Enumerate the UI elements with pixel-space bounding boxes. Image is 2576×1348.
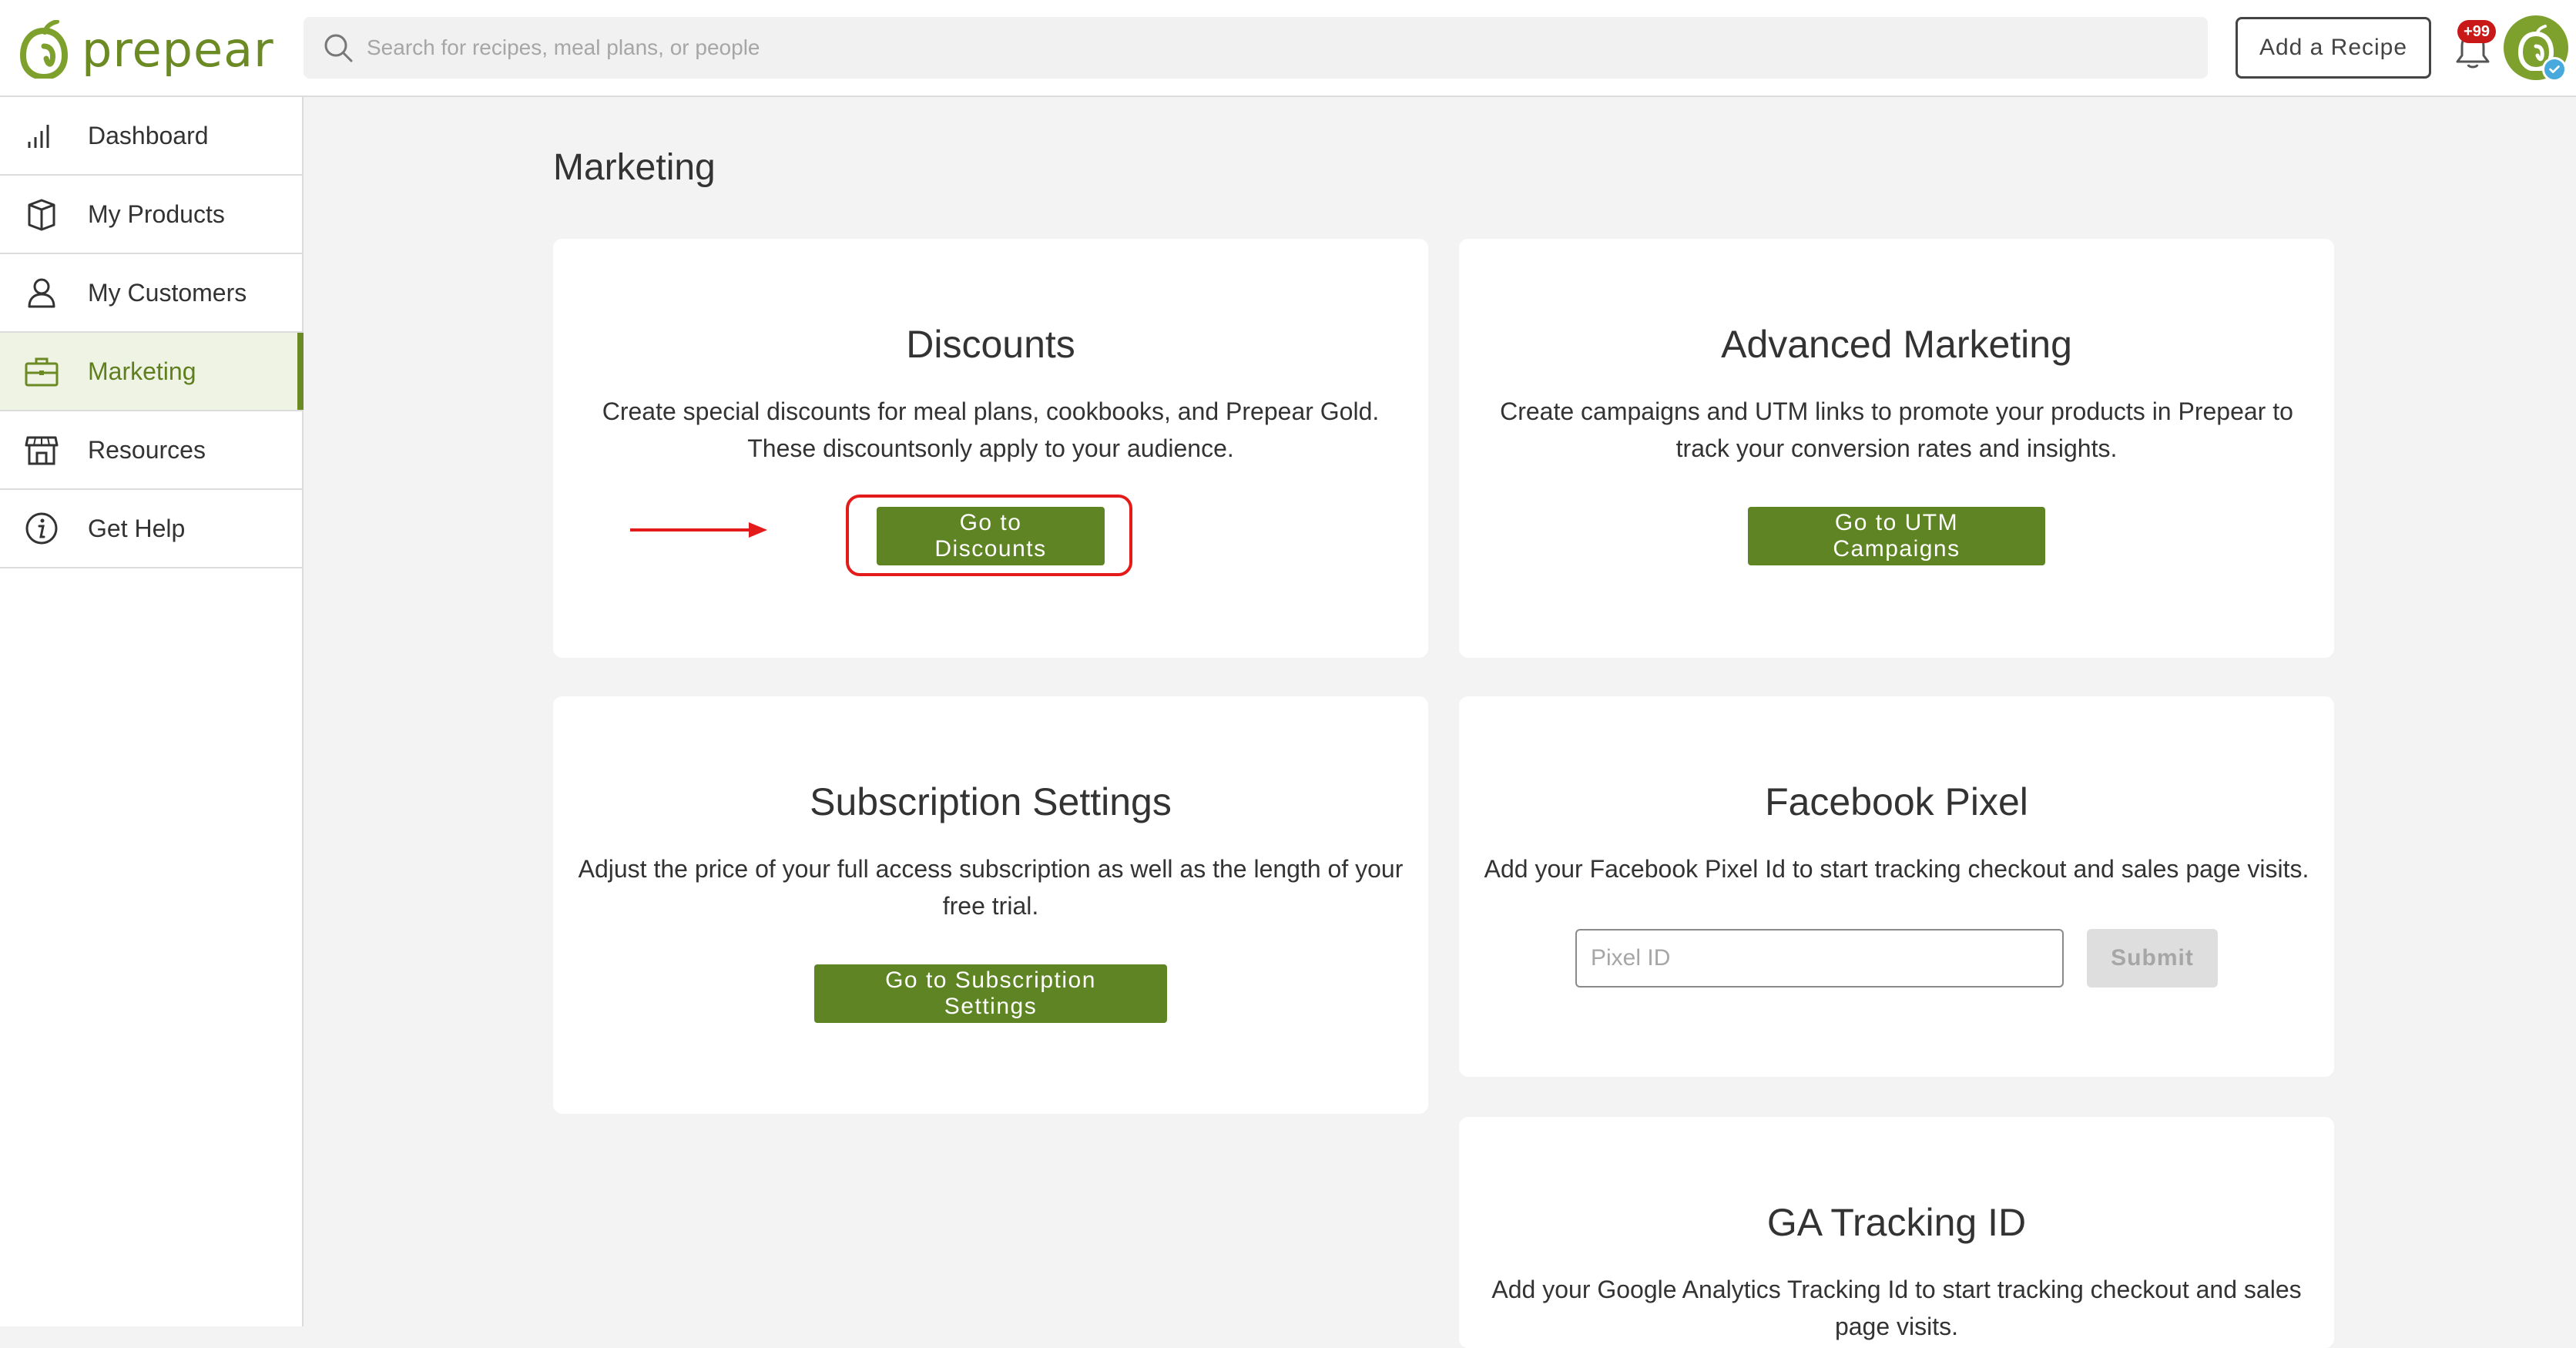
go-to-subscription-settings-button[interactable]: Go to Subscription Settings bbox=[814, 964, 1167, 1023]
pixel-id-input[interactable] bbox=[1575, 929, 2064, 988]
sidebar-item-my-products[interactable]: My Products bbox=[0, 176, 302, 254]
sidebar-item-get-help[interactable]: Get Help bbox=[0, 490, 302, 568]
page-title: Marketing bbox=[553, 147, 716, 188]
card-description-line: Create special discounts for meal plans,… bbox=[602, 397, 1380, 425]
bar-chart-icon bbox=[28, 125, 49, 148]
sidebar-item-label: Resources bbox=[88, 435, 206, 464]
prepear-logo[interactable]: prepear bbox=[18, 20, 274, 79]
search-icon bbox=[324, 34, 353, 62]
card-description-line: free trial. bbox=[942, 892, 1039, 920]
sidebar-item-label: Get Help bbox=[88, 514, 186, 542]
search-bar bbox=[304, 17, 2208, 79]
card-title: GA Tracking ID bbox=[1766, 1201, 2027, 1244]
sidebar-item-label: My Customers bbox=[88, 278, 247, 307]
go-to-discounts-button[interactable]: Go to Discounts bbox=[877, 507, 1105, 565]
pixel-id-form: Submit bbox=[1459, 929, 2334, 988]
add-recipe-button[interactable]: Add a Recipe bbox=[2236, 17, 2431, 79]
card-title: Facebook Pixel bbox=[1765, 780, 2028, 823]
sidebar-item-marketing[interactable]: Marketing bbox=[0, 333, 304, 411]
sidebar-item-my-customers[interactable]: My Customers bbox=[0, 254, 302, 333]
pear-logo-icon bbox=[19, 20, 69, 79]
sidebar: Dashboard My Products My Customers Marke… bbox=[0, 97, 304, 1326]
advanced-marketing-card: Advanced Marketing Create campaigns and … bbox=[1459, 239, 2334, 658]
subscription-settings-card: Subscription Settings Adjust the price o… bbox=[553, 696, 1428, 1114]
card-description-line: These discountsonly apply to your audien… bbox=[747, 434, 1234, 462]
notification-badge: +99 bbox=[2457, 20, 2496, 43]
person-icon bbox=[28, 278, 55, 308]
sidebar-item-label: Marketing bbox=[88, 357, 196, 385]
facebook-pixel-card: Facebook Pixel Add your Facebook Pixel I… bbox=[1459, 696, 2334, 1077]
card-title: Subscription Settings bbox=[810, 780, 1172, 823]
go-to-utm-campaigns-button[interactable]: Go to UTM Campaigns bbox=[1748, 507, 2045, 565]
sidebar-item-label: Dashboard bbox=[88, 121, 209, 149]
sidebar-item-label: My Products bbox=[88, 200, 225, 228]
info-icon bbox=[25, 512, 58, 545]
ga-tracking-card: GA Tracking ID Add your Google Analytics… bbox=[1459, 1117, 2334, 1348]
discounts-card: Discounts Create special discounts for m… bbox=[553, 239, 1428, 658]
storefront-icon bbox=[25, 436, 59, 465]
card-description-line: Adjust the price of your full access sub… bbox=[578, 855, 1404, 883]
card-title: Discounts bbox=[906, 323, 1075, 366]
logo-wordmark: prepear bbox=[82, 21, 274, 78]
verified-check-icon bbox=[2542, 57, 2567, 82]
card-description-line: Add your Facebook Pixel Id to start trac… bbox=[1484, 855, 2309, 883]
card-title: Advanced Marketing bbox=[1721, 323, 2072, 366]
top-bar: prepear Add a Recipe +99 bbox=[0, 0, 2576, 97]
sidebar-item-resources[interactable]: Resources bbox=[0, 411, 302, 490]
sidebar-item-dashboard[interactable]: Dashboard bbox=[0, 97, 302, 176]
search-input[interactable] bbox=[365, 25, 2208, 71]
card-description-line: Add your Google Analytics Tracking Id to… bbox=[1491, 1276, 2302, 1303]
pixel-submit-button[interactable]: Submit bbox=[2087, 929, 2218, 988]
box-icon bbox=[28, 199, 55, 231]
briefcase-icon bbox=[25, 357, 59, 387]
card-description-line: Create campaigns and UTM links to promot… bbox=[1500, 397, 2293, 425]
card-description-line: track your conversion rates and insights… bbox=[1675, 434, 2118, 462]
card-description-line: page visits. bbox=[1834, 1313, 1959, 1340]
